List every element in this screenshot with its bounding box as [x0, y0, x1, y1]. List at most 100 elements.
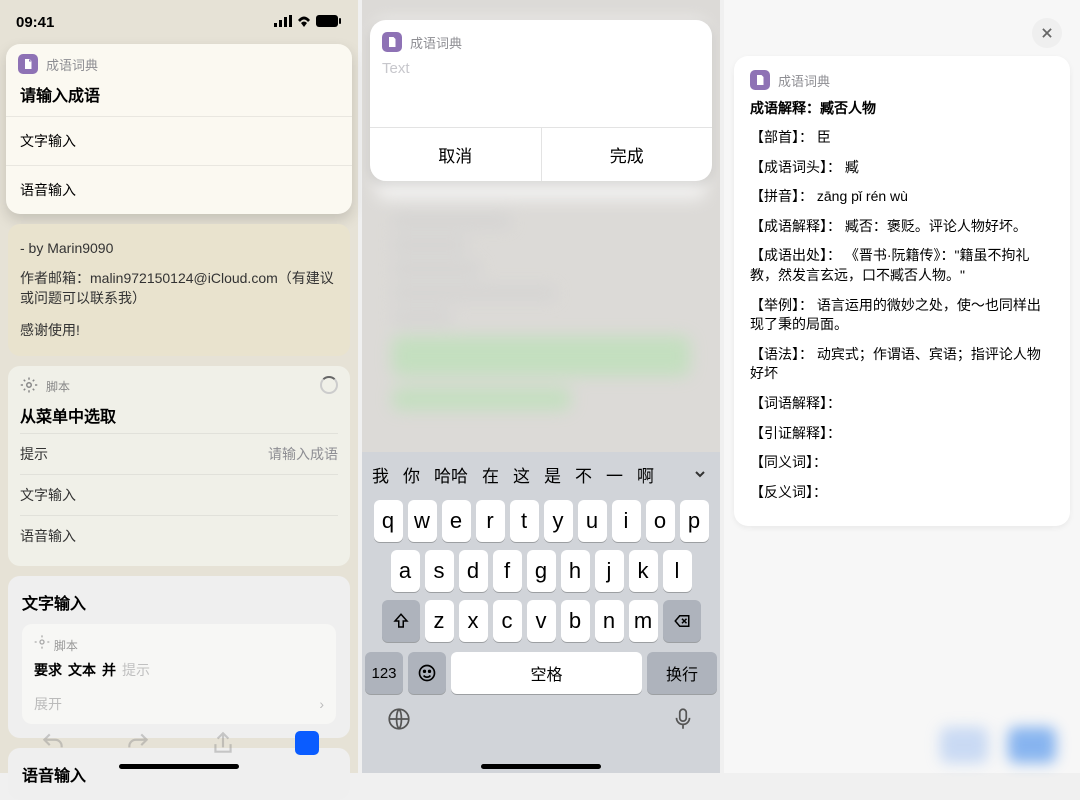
- shift-key[interactable]: [382, 600, 420, 642]
- candidate[interactable]: 是: [544, 462, 561, 487]
- cancel-button[interactable]: 取消: [370, 128, 541, 181]
- candidate[interactable]: 你: [403, 462, 420, 487]
- mic-icon[interactable]: [670, 706, 696, 737]
- sheet-app-name: 成语词典: [46, 55, 98, 74]
- key-j[interactable]: j: [595, 550, 624, 592]
- key-b[interactable]: b: [561, 600, 590, 642]
- undo-icon[interactable]: [40, 730, 66, 756]
- entry-source: 【成语出处】： 《晋书·阮籍传》："籍虽不拘礼教，然发言玄远，口不臧否人物。": [750, 246, 1054, 285]
- text-input[interactable]: Text: [382, 60, 700, 77]
- home-indicator: [481, 764, 601, 769]
- sheet-option-voice[interactable]: 语音输入: [6, 165, 352, 214]
- hint-value: 请输入成语: [268, 444, 338, 464]
- menu-title: 从菜单中选取: [20, 403, 338, 427]
- candidate[interactable]: 一: [606, 462, 623, 487]
- byline: - by Marin9090: [20, 234, 338, 262]
- key-f[interactable]: f: [493, 550, 522, 592]
- signal-icon: [274, 14, 292, 31]
- key-l[interactable]: l: [663, 550, 692, 592]
- candidate[interactable]: 这: [513, 462, 530, 487]
- sheet-app-name: 成语词典: [410, 33, 462, 52]
- script-card: 脚本 从菜单中选取 提示 请输入成语 文字输入 语音输入: [8, 366, 350, 566]
- space-key[interactable]: 空格: [451, 652, 642, 694]
- contact-line: 作者邮箱：malin972150124@iCloud.com（有建议或问题可以联…: [20, 262, 338, 314]
- globe-icon[interactable]: [386, 706, 412, 737]
- key-t[interactable]: t: [510, 500, 539, 542]
- menu-text-row[interactable]: 文字输入: [20, 474, 338, 515]
- spinner-icon: [320, 376, 338, 394]
- candidate[interactable]: 啊: [637, 462, 654, 487]
- key-h[interactable]: h: [561, 550, 590, 592]
- chevron-down-icon[interactable]: [686, 460, 714, 488]
- candidate[interactable]: 我: [372, 462, 389, 487]
- candidate[interactable]: 哈哈: [434, 462, 468, 487]
- candidate[interactable]: 不: [575, 462, 592, 487]
- text-input-sheet: 成语词典 Text 取消 完成: [370, 20, 712, 181]
- app-icon: [750, 70, 770, 90]
- redo-icon[interactable]: [125, 730, 151, 756]
- entry-cite: 【引证解释】：: [750, 424, 1054, 444]
- key-p[interactable]: p: [680, 500, 709, 542]
- inner-script-label: 脚本: [54, 639, 78, 653]
- key-q[interactable]: q: [374, 500, 403, 542]
- sheet-title: 请输入成语: [6, 78, 352, 116]
- key-n[interactable]: n: [595, 600, 624, 642]
- result-title: 成语解释：臧否人物: [750, 98, 1054, 118]
- screen-text-input: 成语词典 Text 取消 完成 我 你 哈哈 在 这 是 不 一 啊 q w e: [362, 0, 720, 773]
- entry-syn: 【同义词】：: [750, 453, 1054, 473]
- req-1: 要求: [34, 660, 62, 680]
- backspace-key[interactable]: [663, 600, 701, 642]
- result-card: 成语词典 成语解释：臧否人物 【部首】： 臣 【成语词头】： 臧 【拼音】： z…: [734, 56, 1070, 526]
- entry-ant: 【反义词】：: [750, 483, 1054, 503]
- emoji-key[interactable]: [408, 652, 446, 694]
- key-y[interactable]: y: [544, 500, 573, 542]
- screen-menu: 09:41 成语词典 请输入成语 文字输入 语音输入 - by Marin909…: [0, 0, 358, 773]
- key-x[interactable]: x: [459, 600, 488, 642]
- menu-voice-row[interactable]: 语音输入: [20, 515, 338, 556]
- stop-button[interactable]: [295, 731, 319, 755]
- key-a[interactable]: a: [391, 550, 420, 592]
- entry-example: 【举例】： 语言运用的微妙之处，使～也同样出现了秉的局面。: [750, 296, 1054, 335]
- app-icon: [382, 32, 402, 52]
- script-label: 脚本: [46, 378, 70, 395]
- entry-word: 【词语解释】：: [750, 394, 1054, 414]
- entry-radical: 【部首】： 臣: [750, 128, 1054, 148]
- candidate-bar: 我 你 哈哈 在 这 是 不 一 啊: [362, 452, 720, 496]
- return-key[interactable]: 换行: [647, 652, 717, 694]
- key-c[interactable]: c: [493, 600, 522, 642]
- key-m[interactable]: m: [629, 600, 658, 642]
- share-icon[interactable]: [210, 730, 236, 756]
- key-e[interactable]: e: [442, 500, 471, 542]
- home-indicator: [119, 764, 239, 769]
- number-key[interactable]: 123: [365, 652, 403, 694]
- entry-grammar: 【语法】： 动宾式；作谓语、宾语；指评论人物好坏: [750, 345, 1054, 384]
- key-w[interactable]: w: [408, 500, 437, 542]
- status-bar: 09:41: [0, 0, 358, 44]
- close-button[interactable]: [1032, 18, 1062, 48]
- key-g[interactable]: g: [527, 550, 556, 592]
- key-k[interactable]: k: [629, 550, 658, 592]
- blurred-footer: [724, 673, 1080, 763]
- status-indicators: [274, 14, 342, 31]
- key-u[interactable]: u: [578, 500, 607, 542]
- key-r[interactable]: r: [476, 500, 505, 542]
- app-icon: [18, 54, 38, 74]
- req-2: 文本: [68, 660, 96, 680]
- done-button[interactable]: 完成: [541, 128, 713, 181]
- key-s[interactable]: s: [425, 550, 454, 592]
- result-app-name: 成语词典: [778, 71, 830, 90]
- chevron-right-icon: ›: [319, 696, 324, 712]
- req-3: 并: [102, 660, 116, 680]
- key-v[interactable]: v: [527, 600, 556, 642]
- battery-icon: [316, 14, 342, 31]
- screen-result: 成语词典 成语解释：臧否人物 【部首】： 臣 【成语词头】： 臧 【拼音】： z…: [724, 0, 1080, 773]
- key-o[interactable]: o: [646, 500, 675, 542]
- hint-row: 提示 请输入成语: [20, 433, 338, 474]
- sheet-option-text[interactable]: 文字输入: [6, 116, 352, 165]
- key-z[interactable]: z: [425, 600, 454, 642]
- candidate[interactable]: 在: [482, 462, 499, 487]
- key-i[interactable]: i: [612, 500, 641, 542]
- expand-row[interactable]: 展开 ›: [34, 686, 324, 714]
- gear-icon: [34, 637, 54, 653]
- key-d[interactable]: d: [459, 550, 488, 592]
